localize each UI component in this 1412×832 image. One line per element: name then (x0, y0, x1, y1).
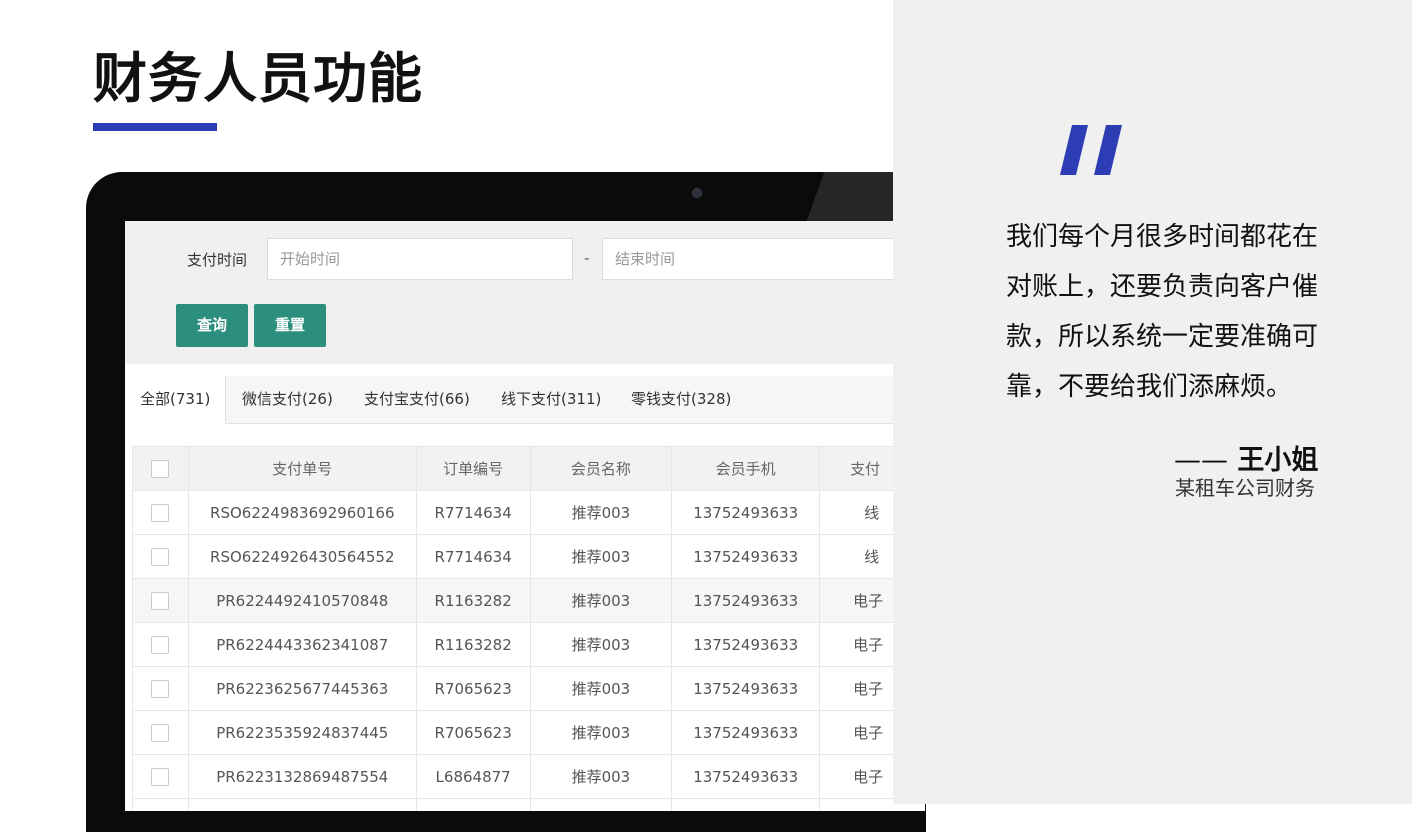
member-phone-cell: 13752493633 (671, 710, 821, 755)
row-checkbox[interactable] (151, 591, 170, 610)
order-no-cell: R7065623 (415, 710, 531, 755)
query-button[interactable]: 查询 (176, 304, 248, 347)
order-no-cell: R1163282 (415, 578, 531, 623)
member-phone-cell: 13752493633 (671, 754, 821, 799)
tab-balance[interactable]: 零钱支付(328) (631, 376, 731, 423)
order-no-cell: R7714634 (415, 534, 531, 579)
col-member-phone: 会员手机 (671, 446, 821, 491)
row-select-cell[interactable] (132, 666, 189, 711)
start-date-input[interactable]: 开始时间 (267, 238, 573, 280)
pay-no-cell: RSO6224926430564552 (187, 534, 417, 579)
member-phone-cell: 13752493633 (671, 622, 821, 667)
table-row[interactable]: PR6223132869487554 L6864877 推荐003 137524… (132, 754, 925, 799)
row-checkbox[interactable] (151, 723, 170, 742)
order-no-cell: R7714634 (415, 490, 531, 535)
col-pay-no: 支付单号 (187, 446, 417, 491)
camera-icon (692, 188, 702, 198)
pay-no-cell: PR6224492410570848 (187, 578, 417, 623)
col-order-no: 订单编号 (415, 446, 531, 491)
row-select-cell[interactable] (132, 754, 189, 799)
pay-no-cell: PR6223535924837445 (187, 710, 417, 755)
row-checkbox[interactable] (151, 503, 170, 522)
member-name-cell: 推荐003 (529, 754, 673, 799)
member-name-cell: 推荐003 (529, 490, 673, 535)
col-member-name: 会员名称 (529, 446, 673, 491)
filter-panel: 支付时间 开始时间 - 结束时间 查询 重置 (125, 221, 925, 364)
member-phone-cell: 13752493633 (671, 578, 821, 623)
member-phone-cell: 13752493633 (671, 490, 821, 535)
member-phone-cell: 13752493633 (671, 666, 821, 711)
member-name-cell: 推荐003 (529, 710, 673, 755)
pay-no-cell: RSO6224983692960166 (187, 490, 417, 535)
row-checkbox[interactable] (151, 679, 170, 698)
tab-offline[interactable]: 线下支付(311) (501, 376, 601, 423)
pay-no-cell: PR6223132869487554 (187, 754, 417, 799)
tab-all[interactable]: 全部(731) (125, 376, 227, 424)
row-select-cell[interactable] (132, 490, 189, 535)
row-checkbox[interactable] (151, 767, 170, 786)
table-row[interactable]: PR6224492410570848 R1163282 推荐003 137524… (132, 578, 925, 623)
member-phone-cell: 13752493633 (671, 534, 821, 579)
date-separator: - (584, 249, 590, 267)
member-name-cell: 推荐003 (529, 578, 673, 623)
laptop-screen: 支付时间 开始时间 - 结束时间 查询 重置 全部(731) 微信支付(26) … (125, 221, 925, 811)
quote-text: 我们每个月很多时间都花在对账上，还要负责向客户催款，所以系统一定要准确可靠，不要… (1006, 222, 1319, 402)
slide-title: 财务人员功能 (93, 47, 423, 110)
tab-wechat[interactable]: 微信支付(26) (242, 376, 333, 423)
pay-no-cell: PR6224443362341087 (187, 622, 417, 667)
select-all-checkbox[interactable] (151, 459, 170, 478)
row-select-cell[interactable] (132, 622, 189, 667)
row-select-cell[interactable] (132, 710, 189, 755)
row-select-cell[interactable] (132, 578, 189, 623)
pay-time-label: 支付时间 (187, 251, 248, 269)
row-checkbox[interactable] (151, 547, 170, 566)
author-role: 某租车公司财务 (1175, 476, 1315, 500)
table-row (132, 798, 925, 811)
table-row[interactable]: PR6223535924837445 R7065623 推荐003 137524… (132, 710, 925, 755)
order-no-cell: R7065623 (415, 666, 531, 711)
reset-button[interactable]: 重置 (254, 304, 326, 347)
title-underline (93, 123, 217, 131)
member-name-cell: 推荐003 (529, 622, 673, 667)
table-row[interactable]: PR6224443362341087 R1163282 推荐003 137524… (132, 622, 925, 667)
payment-tabs: 全部(731) 微信支付(26) 支付宝支付(66) 线下支付(311) 零钱支… (125, 376, 925, 424)
pay-no-cell: PR6223625677445363 (187, 666, 417, 711)
quote-mark-icon (1060, 125, 1122, 175)
row-checkbox[interactable] (151, 635, 170, 654)
payment-table-wrap: 支付单号 订单编号 会员名称 会员手机 支付 RSO62249836929601… (132, 446, 925, 811)
table-header-row: 支付单号 订单编号 会员名称 会员手机 支付 (132, 446, 925, 491)
member-name-cell: 推荐003 (529, 534, 673, 579)
row-select-cell[interactable] (132, 534, 189, 579)
table-row[interactable]: RSO6224983692960166 R7714634 推荐003 13752… (132, 490, 925, 535)
end-date-input[interactable]: 结束时间 (602, 238, 925, 280)
order-no-cell: L6864877 (415, 754, 531, 799)
payment-table: 支付单号 订单编号 会员名称 会员手机 支付 RSO62249836929601… (132, 446, 925, 811)
tab-alipay[interactable]: 支付宝支付(66) (364, 376, 470, 423)
table-row[interactable]: PR6223625677445363 R7065623 推荐003 137524… (132, 666, 925, 711)
table-row[interactable]: RSO6224926430564552 R7714634 推荐003 13752… (132, 534, 925, 579)
member-name-cell: 推荐003 (529, 666, 673, 711)
select-all-cell[interactable] (132, 446, 189, 491)
order-no-cell: R1163282 (415, 622, 531, 667)
